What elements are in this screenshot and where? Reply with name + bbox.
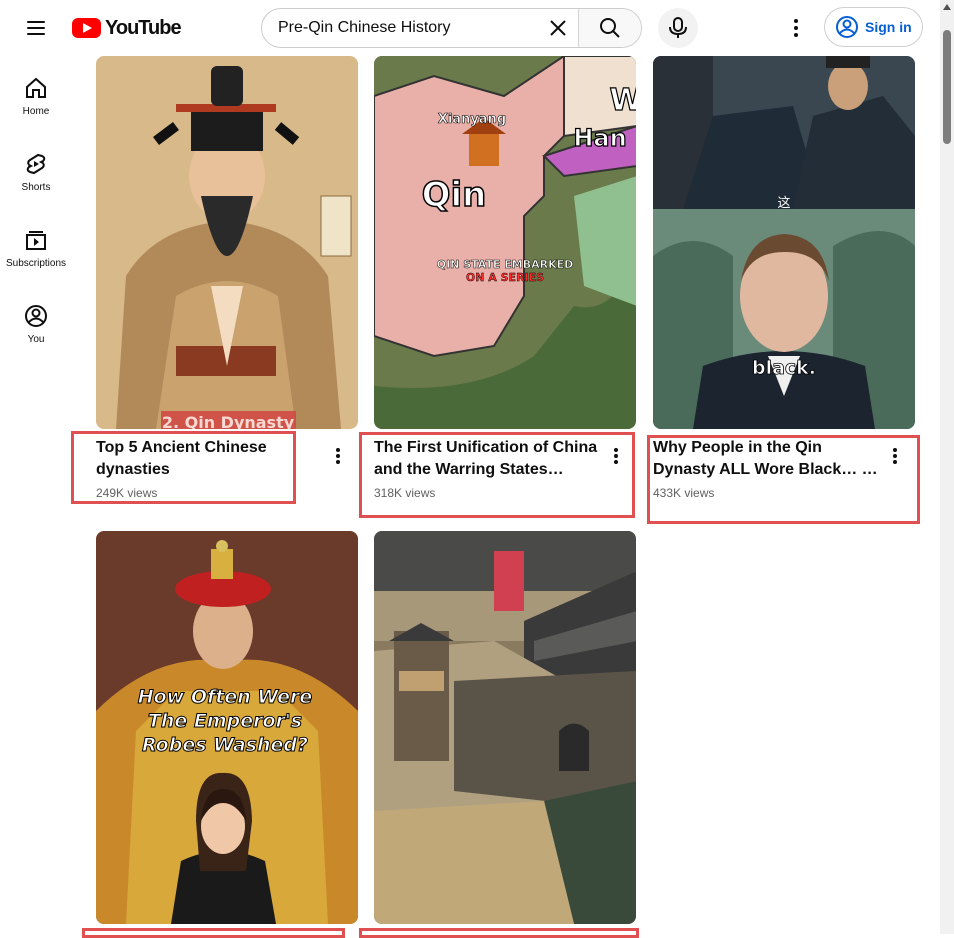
video-more-icon[interactable] [334,448,342,468]
sidebar-item-you[interactable]: You [0,284,72,360]
video-title[interactable]: Why People in the Qin Dynasty ALL Wore B… [653,437,883,481]
menu-icon[interactable] [16,12,56,44]
thumbnail-overlay-text: The Emperor's [148,710,302,732]
thumbnail-overlay-text: 这 [777,195,790,211]
shorts-icon [26,153,46,175]
subscriptions-icon [26,231,46,250]
you-icon [25,305,47,327]
video-thumbnail[interactable]: 这 black. [653,56,915,429]
voice-search-button[interactable] [658,8,698,48]
home-icon [26,77,46,98]
search-box [261,8,642,48]
video-thumbnail[interactable] [374,531,636,924]
sign-in-button[interactable]: Sign in [824,7,923,47]
thumbnail-overlay-text: Robes Washed? [142,734,308,756]
clear-search-icon[interactable] [538,9,578,47]
map-label: W [609,83,636,118]
thumbnail-overlay-text: ON A SERIES [466,271,544,284]
microphone-icon [669,17,687,38]
thumbnail-overlay-text: How Often Were [138,686,313,708]
scroll-up-arrow-icon[interactable] [943,4,951,10]
top-bar: YouTube Sign in [0,0,940,56]
video-views: 318K views [374,486,436,500]
sidebar-item-label: Subscriptions [5,258,67,269]
video-more-icon[interactable] [612,448,620,468]
scroll-thumb[interactable] [943,30,951,144]
video-thumbnail[interactable]: How Often Were The Emperor's Robes Washe… [96,531,358,924]
video-thumbnail[interactable]: 2. Qin Dynasty [96,56,358,429]
highlight-box [82,928,345,938]
logo-text: YouTube [105,16,182,39]
settings-more-icon[interactable] [782,12,810,44]
sidebar: Home Shorts Subscriptions You [0,56,72,360]
account-icon [836,16,858,38]
thumbnail-overlay-text: 2. Qin Dynasty [162,413,295,429]
sidebar-item-shorts[interactable]: Shorts [0,132,72,208]
search-icon [599,18,620,38]
thumbnail-overlay-text: black. [752,357,816,379]
sidebar-item-label: Home [22,106,50,117]
map-label: Xianyang [438,112,506,127]
sidebar-item-label: You [27,334,45,345]
video-views: 433K views [653,486,715,500]
video-thumbnail[interactable]: Xianyang Qin Han W QIN STATE EMBARKED ON… [374,56,636,429]
youtube-logo[interactable]: YouTube [72,16,182,40]
sidebar-item-home[interactable]: Home [0,56,72,132]
map-label: Qin [422,175,487,215]
sign-in-label: Sign in [865,19,912,35]
scrollbar[interactable] [940,0,954,934]
video-more-icon[interactable] [891,448,899,468]
map-label: Han [573,124,626,152]
search-button[interactable] [577,9,641,47]
thumbnail-overlay-text: QIN STATE EMBARKED [437,258,574,271]
video-title[interactable]: The First Unification of China and the W… [374,437,604,481]
video-title[interactable]: Top 5 Ancient Chinese dynasties [96,437,326,481]
youtube-play-icon [72,18,101,38]
sidebar-item-subscriptions[interactable]: Subscriptions [0,208,72,284]
search-input[interactable] [262,9,538,47]
highlight-box [359,928,639,938]
video-views: 249K views [96,486,158,500]
sidebar-item-label: Shorts [21,182,51,193]
